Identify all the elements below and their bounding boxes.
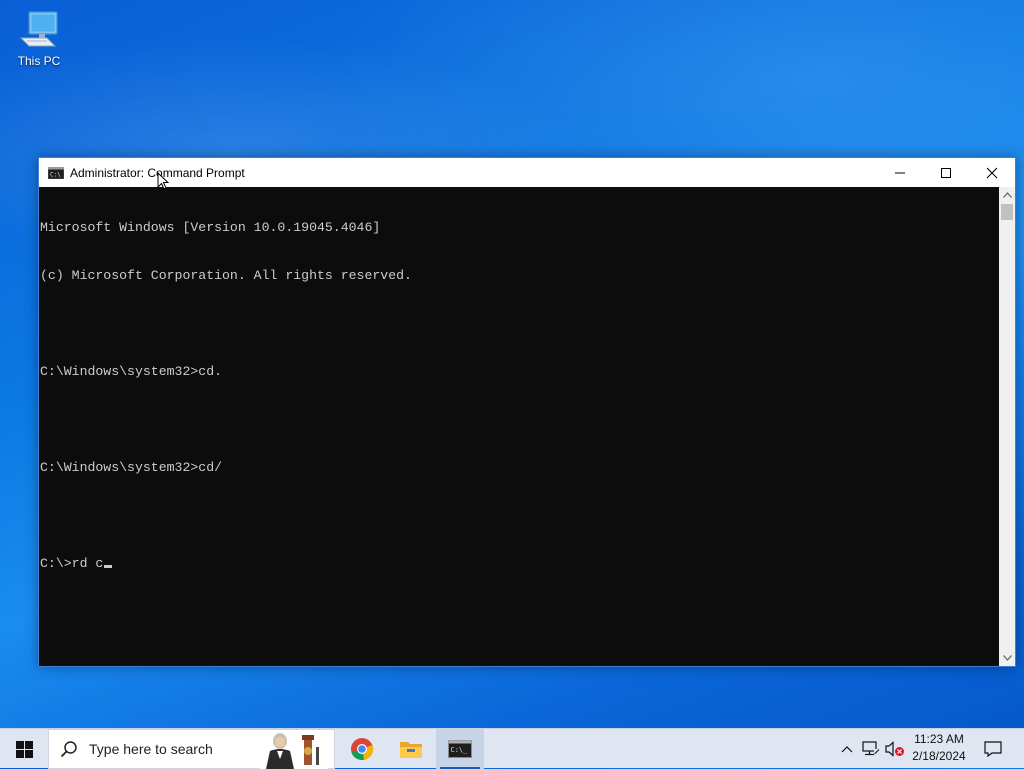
close-button[interactable] (969, 158, 1015, 187)
desktop-icon-label: This PC (17, 54, 61, 68)
console-input-line[interactable]: C:\>rd c (40, 556, 999, 572)
minimize-button[interactable] (877, 158, 923, 187)
console-command-text: C:\>rd c (40, 556, 104, 571)
volume-muted-icon (885, 741, 904, 757)
scrollbar-thumb[interactable] (1001, 204, 1013, 220)
taskbar-chrome-button[interactable] (338, 729, 386, 769)
notification-icon (984, 741, 1002, 757)
mouse-pointer-icon (157, 172, 169, 190)
file-explorer-icon (400, 742, 422, 758)
command-prompt-icon: C:\ (48, 166, 64, 179)
windows-logo-icon (15, 740, 33, 758)
console-output[interactable]: Microsoft Windows [Version 10.0.19045.40… (39, 187, 999, 666)
search-icon (60, 741, 77, 758)
taskbar-search-box[interactable]: Type here to search (48, 729, 335, 769)
console-line: C:\Windows\system32>cd/ (40, 460, 223, 475)
chevron-up-icon (841, 746, 853, 753)
svg-text:C:\_: C:\_ (451, 746, 469, 754)
search-placeholder: Type here to search (89, 741, 213, 757)
action-center-button[interactable] (978, 729, 1008, 769)
console-line: Microsoft Windows [Version 10.0.19045.40… (40, 220, 381, 235)
network-status-button[interactable] (860, 729, 882, 769)
this-pc-icon (19, 11, 58, 47)
command-prompt-icon: C:\_ (448, 740, 472, 758)
window-titlebar[interactable]: C:\ Administrator: Command Prompt (39, 158, 1015, 187)
start-button[interactable] (0, 729, 48, 769)
close-icon (986, 167, 998, 178)
console-line: C:\Windows\system32>cd. (40, 364, 223, 379)
svg-text:C:\: C:\ (50, 171, 61, 178)
minimize-icon (895, 172, 905, 173)
maximize-icon (941, 167, 951, 178)
console-line: (c) Microsoft Corporation. All rights re… (40, 268, 412, 283)
search-highlight-illustration-icon (260, 731, 328, 769)
maximize-button[interactable] (923, 158, 969, 187)
taskbar-clock[interactable]: 11:23 AM 2/18/2024 (906, 731, 972, 765)
clock-date: 2/18/2024 (912, 749, 966, 763)
vertical-scrollbar[interactable] (999, 187, 1015, 666)
text-cursor (104, 565, 113, 568)
desktop-icon-this-pc[interactable]: This PC (10, 8, 68, 68)
scroll-up-button[interactable] (999, 187, 1015, 203)
clock-time: 11:23 AM (914, 732, 964, 746)
volume-button[interactable] (884, 729, 906, 769)
command-prompt-window[interactable]: C:\ Administrator: Command Prompt Micros… (38, 157, 1016, 667)
chrome-icon (351, 738, 374, 760)
network-icon (862, 741, 880, 756)
taskbar-file-explorer-button[interactable] (387, 729, 435, 769)
scroll-down-button[interactable] (999, 650, 1015, 666)
show-hidden-icons-button[interactable] (836, 729, 858, 769)
taskbar-command-prompt-button[interactable]: C:\_ (436, 729, 484, 769)
chevron-down-icon (1002, 655, 1012, 661)
taskbar: Type here to search C:\_ 11:23 AM 2/18/2… (0, 728, 1024, 769)
chevron-up-icon (1002, 192, 1012, 198)
